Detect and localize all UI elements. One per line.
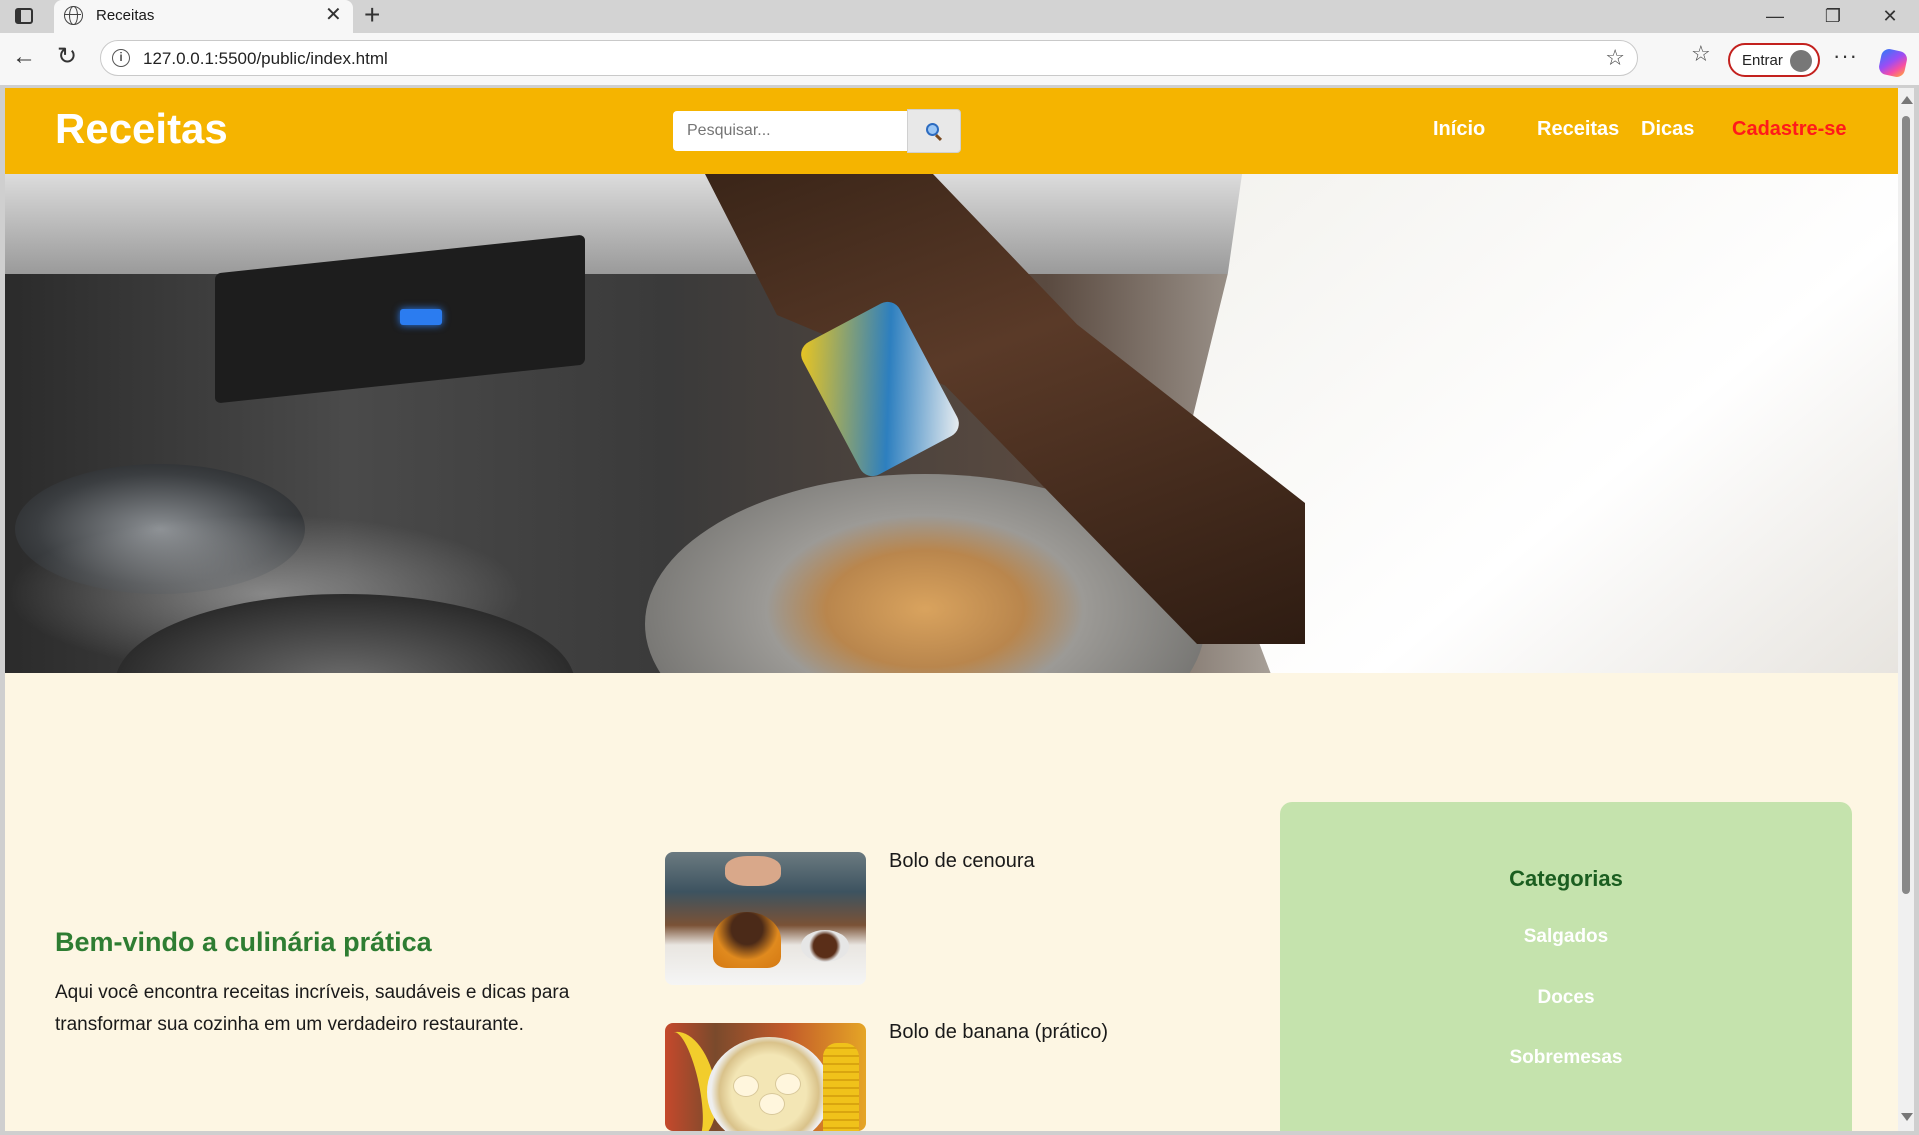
- search-icon: [926, 123, 939, 136]
- category-doces[interactable]: Doces: [1280, 987, 1852, 1009]
- recipe-image-bolo-de-banana[interactable]: [665, 1023, 866, 1131]
- profile-avatar-icon: [1790, 50, 1812, 72]
- category-salgados[interactable]: Salgados: [1280, 926, 1852, 948]
- close-window-button[interactable]: ✕: [1870, 0, 1910, 33]
- nav-cadastre-se[interactable]: Cadastre-se: [1732, 118, 1847, 141]
- categories-title: Categorias: [1509, 866, 1623, 891]
- recipe-image-bolo-de-cenoura[interactable]: [665, 852, 866, 985]
- browser-toolbar: ← ↻ i 127.0.0.1:5500/public/index.html ☆…: [0, 33, 1919, 85]
- browser-tab[interactable]: Receitas ✕: [54, 0, 353, 33]
- hero-image: [5, 174, 1898, 673]
- more-options-icon[interactable]: ···: [1833, 43, 1858, 69]
- close-tab-icon[interactable]: ✕: [325, 4, 342, 26]
- signin-button[interactable]: Entrar: [1728, 43, 1820, 77]
- tab-actions-icon[interactable]: [15, 8, 33, 24]
- welcome-text: Aqui você encontra receitas incríveis, s…: [55, 982, 570, 1035]
- star-icon[interactable]: ☆: [1605, 45, 1625, 71]
- nav-receitas[interactable]: Receitas: [1537, 118, 1619, 141]
- back-arrow-icon[interactable]: ←: [12, 43, 36, 71]
- categories-panel: Categorias Salgados Doces Sobremesas: [1280, 802, 1852, 1131]
- tab-title: Receitas: [96, 7, 155, 24]
- nav-dicas[interactable]: Dicas: [1641, 118, 1694, 141]
- signin-label: Entrar: [1742, 52, 1783, 69]
- nav-inicio[interactable]: Início: [1433, 118, 1485, 141]
- favorites-icon[interactable]: ☆: [1691, 41, 1711, 67]
- search-input[interactable]: [673, 111, 908, 151]
- welcome-title: Bem-vindo a culinária prática: [55, 927, 432, 957]
- category-sobremesas[interactable]: Sobremesas: [1280, 1047, 1852, 1069]
- new-tab-button[interactable]: +: [364, 0, 380, 30]
- recipe-title-bolo-de-cenoura[interactable]: Bolo de cenoura: [889, 850, 1035, 873]
- copilot-icon[interactable]: [1877, 47, 1909, 79]
- scroll-up-icon[interactable]: [1901, 96, 1913, 104]
- recipe-title-bolo-de-banana[interactable]: Bolo de banana (prático): [889, 1021, 1108, 1044]
- scroll-down-icon[interactable]: [1901, 1113, 1913, 1121]
- site-header: Receitas Início Receitas Dicas Cadastre-…: [5, 88, 1898, 174]
- page-viewport: Receitas Início Receitas Dicas Cadastre-…: [5, 88, 1898, 1131]
- scroll-thumb[interactable]: [1902, 116, 1910, 894]
- url-text[interactable]: 127.0.0.1:5500/public/index.html: [143, 49, 388, 69]
- address-bar[interactable]: i 127.0.0.1:5500/public/index.html ☆: [100, 40, 1638, 76]
- browser-tab-bar: Receitas ✕ + — ❐ ✕: [0, 0, 1919, 33]
- info-icon[interactable]: i: [112, 49, 130, 67]
- site-logo[interactable]: Receitas: [55, 105, 228, 153]
- search-button[interactable]: [907, 109, 961, 153]
- minimize-button[interactable]: —: [1755, 0, 1795, 33]
- reload-icon[interactable]: ↻: [57, 43, 77, 71]
- globe-icon: [64, 6, 83, 25]
- page-scrollbar[interactable]: [1898, 88, 1914, 1131]
- restore-button[interactable]: ❐: [1813, 0, 1853, 33]
